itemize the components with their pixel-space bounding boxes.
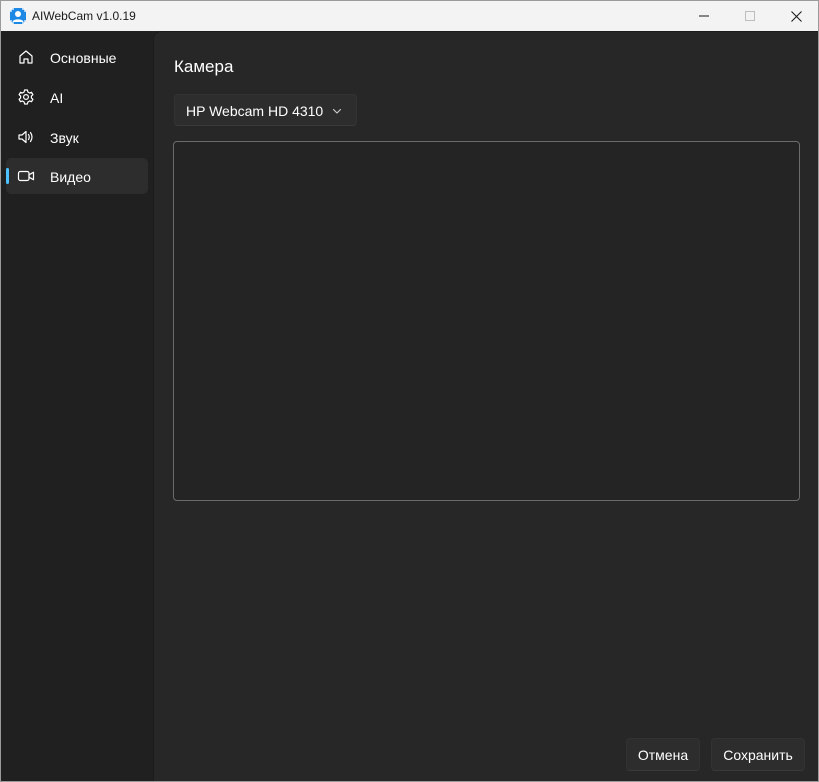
camera-select[interactable]: HP Webcam HD 4310 (174, 94, 357, 126)
title-bar[interactable]: AIWebCam v1.0.19 (1, 1, 818, 31)
chevron-down-icon (332, 108, 342, 114)
sidebar-item-label: AI (50, 90, 64, 106)
maximize-icon (745, 11, 755, 21)
close-button[interactable] (773, 1, 818, 31)
cancel-button[interactable]: Отмена (626, 738, 700, 771)
sidebar-item-video[interactable]: Видео (6, 158, 148, 194)
video-camera-icon (17, 170, 35, 182)
save-button[interactable]: Сохранить (711, 738, 805, 771)
sidebar-item-label: Видео (50, 169, 91, 185)
gear-icon (18, 89, 34, 105)
sidebar-item-ai[interactable]: AI (6, 79, 148, 115)
video-settings-panel: Камера HP Webcam HD 4310 Отмена Сохранит… (153, 31, 818, 781)
minimize-icon (699, 15, 709, 17)
window-title: AIWebCam v1.0.19 (32, 9, 136, 23)
speaker-icon (18, 130, 33, 144)
active-indicator (6, 168, 9, 184)
sidebar-item-main[interactable]: Основные (6, 39, 148, 75)
app-window: AIWebCam v1.0.19 Основные AI Звук Видео … (0, 0, 819, 782)
sidebar-item-sound[interactable]: Звук (6, 119, 148, 155)
close-icon (790, 10, 802, 22)
person-camera-icon (10, 8, 26, 24)
home-icon (19, 50, 33, 64)
camera-preview (173, 141, 800, 501)
minimize-button[interactable] (681, 1, 727, 31)
section-title: Камера (174, 57, 234, 76)
sidebar-item-label: Звук (50, 130, 79, 146)
maximize-button[interactable] (727, 1, 773, 31)
sidebar-nav: Основные AI Звук Видео (1, 31, 153, 781)
sidebar-item-label: Основные (50, 50, 117, 66)
camera-select-value: HP Webcam HD 4310 (186, 103, 324, 119)
